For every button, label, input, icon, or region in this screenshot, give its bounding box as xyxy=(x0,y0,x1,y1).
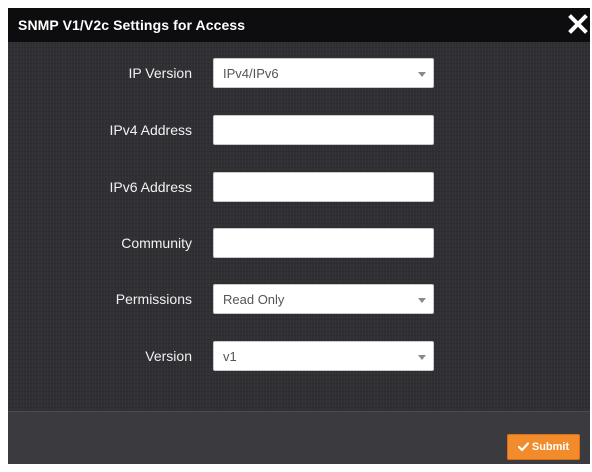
permissions-row: Permissions Read Only xyxy=(8,284,590,316)
version-value: v1 xyxy=(223,349,237,364)
close-icon xyxy=(568,14,588,34)
community-input[interactable] xyxy=(213,228,434,258)
ipv4-address-label: IPv4 Address xyxy=(109,122,193,138)
chevron-down-icon xyxy=(418,298,426,303)
ip-version-select[interactable]: IPv4/IPv6 xyxy=(213,58,434,88)
ipv6-address-input[interactable] xyxy=(213,172,434,202)
checkmark-icon xyxy=(517,442,529,452)
dialog-title: SNMP V1/V2c Settings for Access xyxy=(18,17,246,33)
ip-version-label: IP Version xyxy=(128,65,192,81)
submit-label: Submit xyxy=(531,441,570,453)
ipv6-address-row: IPv6 Address xyxy=(8,172,590,204)
snmp-settings-dialog: SNMP V1/V2c Settings for Access IP Versi… xyxy=(8,8,590,464)
dialog-titlebar: SNMP V1/V2c Settings for Access xyxy=(8,8,590,42)
submit-button[interactable]: Submit xyxy=(507,434,580,460)
chevron-down-icon xyxy=(418,355,426,360)
ipv4-address-row: IPv4 Address xyxy=(8,115,590,147)
close-button[interactable] xyxy=(566,10,590,38)
version-row: Version v1 xyxy=(8,341,590,373)
community-label: Community xyxy=(121,235,192,251)
permissions-value: Read Only xyxy=(223,292,285,307)
community-row: Community xyxy=(8,228,590,260)
version-label: Version xyxy=(145,348,192,364)
dialog-footer: Submit xyxy=(8,411,590,464)
version-select[interactable]: v1 xyxy=(213,341,434,371)
ip-version-value: IPv4/IPv6 xyxy=(223,66,279,81)
permissions-label: Permissions xyxy=(115,291,192,307)
permissions-select[interactable]: Read Only xyxy=(213,284,434,314)
ipv6-address-label: IPv6 Address xyxy=(109,179,193,195)
ip-version-row: IP Version IPv4/IPv6 xyxy=(8,58,590,90)
ipv4-address-input[interactable] xyxy=(213,115,434,145)
chevron-down-icon xyxy=(418,72,426,77)
